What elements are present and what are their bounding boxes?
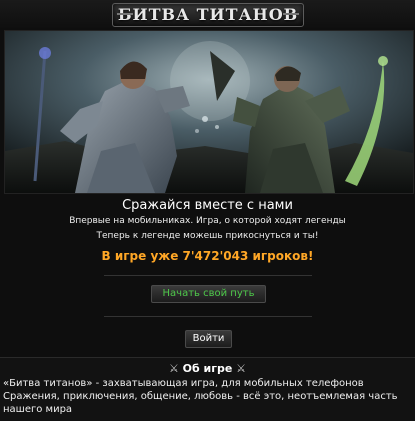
players-count: В игре уже 7'472'043 игроков!: [101, 249, 314, 263]
about-title: ⚔ Об игре ⚔: [0, 362, 415, 375]
battle-illustration: [5, 31, 413, 193]
login-button[interactable]: Войти: [185, 330, 232, 348]
header: БИТВА ТИТАНОВ: [0, 0, 415, 28]
crossed-swords-icon: ⚔: [236, 362, 247, 375]
crossed-swords-icon: ⚔: [168, 362, 179, 375]
about-text: «Битва титанов» - захватывающая игра, дл…: [3, 378, 398, 415]
game-logo[interactable]: БИТВА ТИТАНОВ: [112, 3, 304, 27]
hero-description-line1: Впервые на мобильниках. Игра, о которой …: [69, 216, 346, 226]
hero-tagline: Сражайся вместе с нами: [122, 198, 293, 213]
divider: [104, 275, 312, 276]
hero-description-line2: Теперь к легенде можешь прикоснуться и т…: [96, 231, 319, 241]
about-title-text: Об игре: [182, 362, 233, 375]
hero-banner: [4, 30, 414, 194]
start-journey-button[interactable]: Начать свой путь: [151, 285, 266, 303]
divider: [104, 316, 312, 317]
page: БИТВА ТИТАНОВ Сражайся вместе с нами Впе…: [0, 0, 415, 421]
